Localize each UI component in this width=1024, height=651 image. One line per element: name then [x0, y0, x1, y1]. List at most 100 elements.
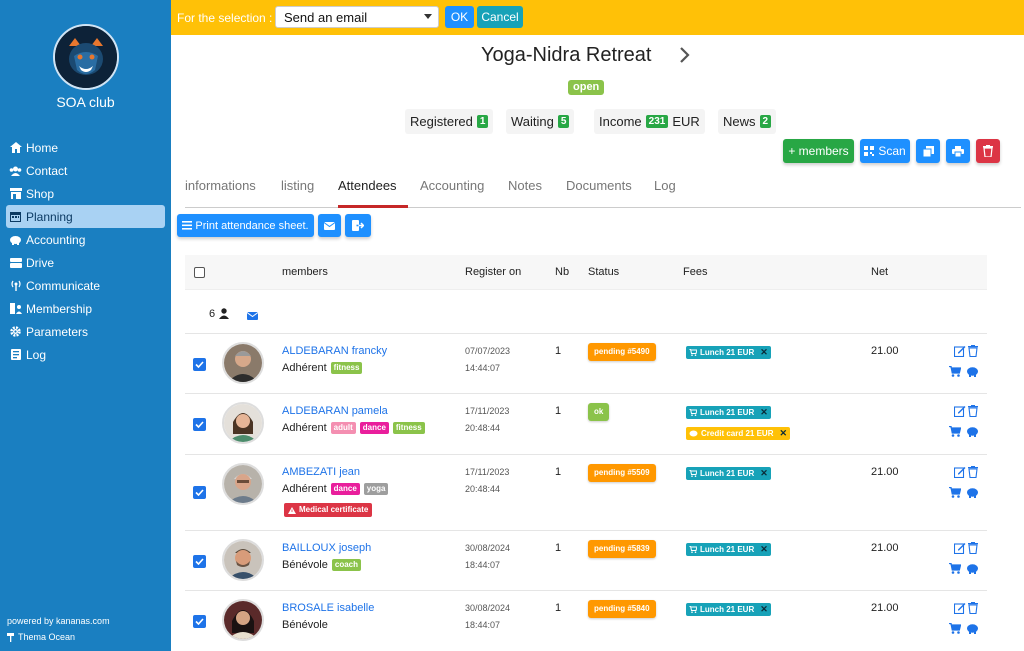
- member-name-link[interactable]: BAILLOUX joseph: [282, 542, 371, 554]
- status-badge[interactable]: ok: [588, 403, 610, 421]
- avatar[interactable]: [222, 463, 264, 505]
- avatar[interactable]: [222, 342, 264, 384]
- member-name-link[interactable]: ALDEBARAN francky: [282, 345, 387, 357]
- piggy-bank-icon[interactable]: [966, 623, 978, 635]
- trash-icon[interactable]: [968, 466, 980, 479]
- remove-fee-icon[interactable]: ✕: [779, 427, 787, 440]
- avatar[interactable]: [222, 539, 264, 581]
- sidebar-item-shop[interactable]: Shop: [6, 182, 165, 205]
- fee-badge[interactable]: Lunch 21 EUR ✕: [686, 603, 771, 616]
- cart-icon[interactable]: [949, 486, 962, 499]
- duplicate-button[interactable]: [916, 139, 940, 163]
- member-name-link[interactable]: ALDEBARAN pamela: [282, 405, 388, 417]
- sidebar-item-communicate[interactable]: Communicate: [6, 274, 165, 297]
- remove-fee-icon[interactable]: ✕: [760, 406, 768, 419]
- fee-badge[interactable]: Lunch 21 EUR ✕: [686, 346, 771, 359]
- add-members-button[interactable]: + members: [783, 139, 854, 163]
- email-all-icon[interactable]: [246, 309, 259, 323]
- remove-fee-icon[interactable]: ✕: [760, 467, 768, 480]
- status-badge[interactable]: pending #5509: [588, 464, 656, 482]
- row-checkbox[interactable]: [193, 615, 206, 628]
- registered-stat[interactable]: Registered 1: [405, 109, 494, 134]
- table-row[interactable]: ALDEBARAN pamela Adhérent adult dance fitne…: [185, 394, 987, 455]
- selection-action-select[interactable]: Send an email: [275, 6, 439, 28]
- piggy-bank-icon[interactable]: [966, 563, 978, 575]
- status-badge[interactable]: pending #5840: [588, 600, 656, 618]
- edit-icon[interactable]: [953, 405, 966, 418]
- table-row[interactable]: ALDEBARAN francky Adhérent fitness 07/07/…: [185, 334, 987, 394]
- theme-selector[interactable]: Thema Ocean: [7, 632, 75, 642]
- print-button[interactable]: [946, 139, 970, 163]
- waiting-stat[interactable]: Waiting 5: [506, 109, 575, 134]
- fee-badge[interactable]: Credit card 21 EUR ✕: [686, 427, 791, 440]
- cart-icon[interactable]: [949, 365, 962, 378]
- avatar[interactable]: [222, 402, 264, 444]
- header-members[interactable]: members: [282, 266, 328, 278]
- select-all-checkbox[interactable]: [194, 267, 205, 278]
- edit-icon[interactable]: [953, 542, 966, 555]
- sidebar-item-parameters[interactable]: Parameters: [6, 320, 165, 343]
- member-name-link[interactable]: BROSALE isabelle: [282, 602, 374, 614]
- edit-icon[interactable]: [953, 466, 966, 479]
- cart-icon[interactable]: [949, 425, 962, 438]
- table-row[interactable]: BROSALE isabelle Bénévole 30/08/2024 18:4…: [185, 591, 987, 651]
- sidebar-item-log[interactable]: Log: [6, 343, 165, 366]
- medical-certificate-warning[interactable]: Medical certificate: [284, 503, 373, 517]
- trash-icon[interactable]: [968, 405, 980, 418]
- header-fees[interactable]: Fees: [683, 266, 707, 278]
- fee-badge[interactable]: Lunch 21 EUR ✕: [686, 543, 771, 556]
- tab-documents[interactable]: Documents: [566, 178, 632, 193]
- remove-fee-icon[interactable]: ✕: [760, 543, 768, 556]
- ok-button[interactable]: OK: [445, 6, 474, 28]
- edit-icon[interactable]: [953, 602, 966, 615]
- print-attendance-button[interactable]: Print attendance sheet.: [177, 214, 314, 237]
- row-checkbox[interactable]: [193, 358, 206, 371]
- row-checkbox[interactable]: [193, 418, 206, 431]
- cart-icon[interactable]: [949, 562, 962, 575]
- tab-informations[interactable]: informations: [185, 178, 256, 193]
- income-stat[interactable]: Income 231 EUR: [594, 109, 705, 134]
- member-name-link[interactable]: AMBEZATI jean: [282, 466, 360, 478]
- delete-event-button[interactable]: [976, 139, 1000, 163]
- chevron-right-icon[interactable]: [678, 46, 692, 64]
- header-status[interactable]: Status: [588, 266, 619, 278]
- sidebar-item-contact[interactable]: Contact: [6, 159, 165, 182]
- trash-icon[interactable]: [968, 542, 980, 555]
- header-nb[interactable]: Nb: [555, 266, 569, 278]
- tab-listing[interactable]: listing: [281, 178, 314, 193]
- header-net[interactable]: Net: [871, 266, 888, 278]
- email-attendees-button[interactable]: [318, 214, 341, 237]
- row-checkbox[interactable]: [193, 486, 206, 499]
- news-stat[interactable]: News 2: [718, 109, 777, 134]
- tab-log[interactable]: Log: [654, 178, 676, 193]
- table-row[interactable]: AMBEZATI jean Adhérent dance yoga Medical …: [185, 455, 987, 531]
- remove-fee-icon[interactable]: ✕: [760, 346, 768, 359]
- powered-by-link[interactable]: powered by kananas.com: [7, 616, 110, 626]
- edit-icon[interactable]: [953, 345, 966, 358]
- sidebar-item-home[interactable]: Home: [6, 136, 165, 159]
- avatar[interactable]: [222, 599, 264, 641]
- tab-accounting[interactable]: Accounting: [420, 178, 484, 193]
- sidebar-item-membership[interactable]: Membership: [6, 297, 165, 320]
- scan-button[interactable]: Scan: [860, 139, 910, 163]
- trash-icon[interactable]: [968, 345, 980, 358]
- table-row[interactable]: BAILLOUX joseph Bénévole coach 30/08/2024…: [185, 531, 987, 591]
- tab-notes[interactable]: Notes: [508, 178, 542, 193]
- piggy-bank-icon[interactable]: [966, 487, 978, 499]
- fee-badge[interactable]: Lunch 21 EUR ✕: [686, 467, 771, 480]
- sidebar-item-planning[interactable]: Planning: [6, 205, 165, 228]
- sidebar-item-accounting[interactable]: Accounting: [6, 228, 165, 251]
- tab-attendees[interactable]: Attendees: [338, 178, 397, 193]
- remove-fee-icon[interactable]: ✕: [760, 603, 768, 616]
- club-logo[interactable]: [53, 24, 119, 90]
- header-register-on[interactable]: Register on: [465, 266, 521, 278]
- export-button[interactable]: [345, 214, 371, 237]
- piggy-bank-icon[interactable]: [966, 366, 978, 378]
- status-badge[interactable]: pending #5839: [588, 540, 656, 558]
- sidebar-item-drive[interactable]: Drive: [6, 251, 165, 274]
- trash-icon[interactable]: [968, 602, 980, 615]
- status-badge[interactable]: pending #5490: [588, 343, 656, 361]
- piggy-bank-icon[interactable]: [966, 426, 978, 438]
- cancel-button[interactable]: Cancel: [477, 6, 523, 28]
- row-checkbox[interactable]: [193, 555, 206, 568]
